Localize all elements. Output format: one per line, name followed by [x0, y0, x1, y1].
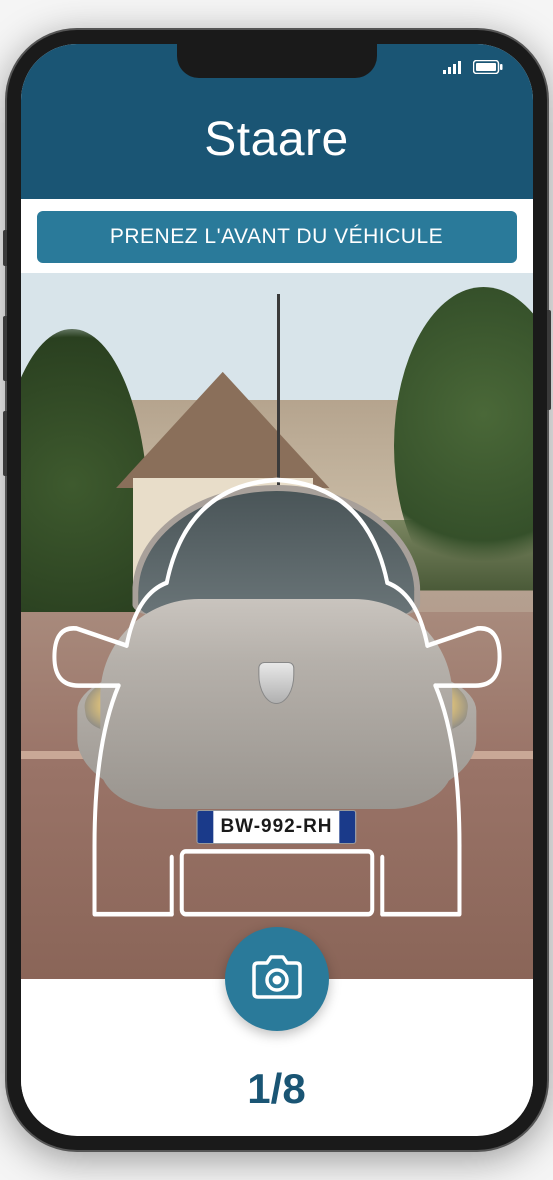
license-plate-text: BW-992-RH	[213, 816, 339, 838]
main-content: PRENEZ L'AVANT DU VÉHICULE	[21, 199, 533, 1133]
phone-notch	[177, 44, 377, 78]
phone-screen: Staare PRENEZ L'AVANT DU VÉHICULE	[21, 44, 533, 1136]
scene-vehicle: BW-992-RH	[77, 485, 476, 923]
phone-side-buttons-left	[3, 230, 7, 506]
license-plate: BW-992-RH	[196, 810, 356, 844]
instruction-banner: PRENEZ L'AVANT DU VÉHICULE	[37, 211, 517, 263]
step-counter: 1/8	[21, 1031, 533, 1133]
capture-button[interactable]	[225, 927, 329, 1031]
camera-icon	[249, 953, 305, 1006]
phone-side-button-right	[547, 310, 551, 410]
shutter-row	[21, 927, 533, 1031]
app-header: Staare	[21, 94, 533, 199]
camera-viewfinder[interactable]: BW-992-RH	[21, 273, 533, 979]
instruction-text: PRENEZ L'AVANT DU VÉHICULE	[110, 225, 443, 248]
signal-icon	[443, 60, 465, 79]
phone-device-frame: Staare PRENEZ L'AVANT DU VÉHICULE	[7, 30, 547, 1150]
app-title: Staare	[21, 112, 533, 167]
battery-icon	[473, 60, 503, 79]
vehicle-badge-icon	[258, 662, 294, 704]
